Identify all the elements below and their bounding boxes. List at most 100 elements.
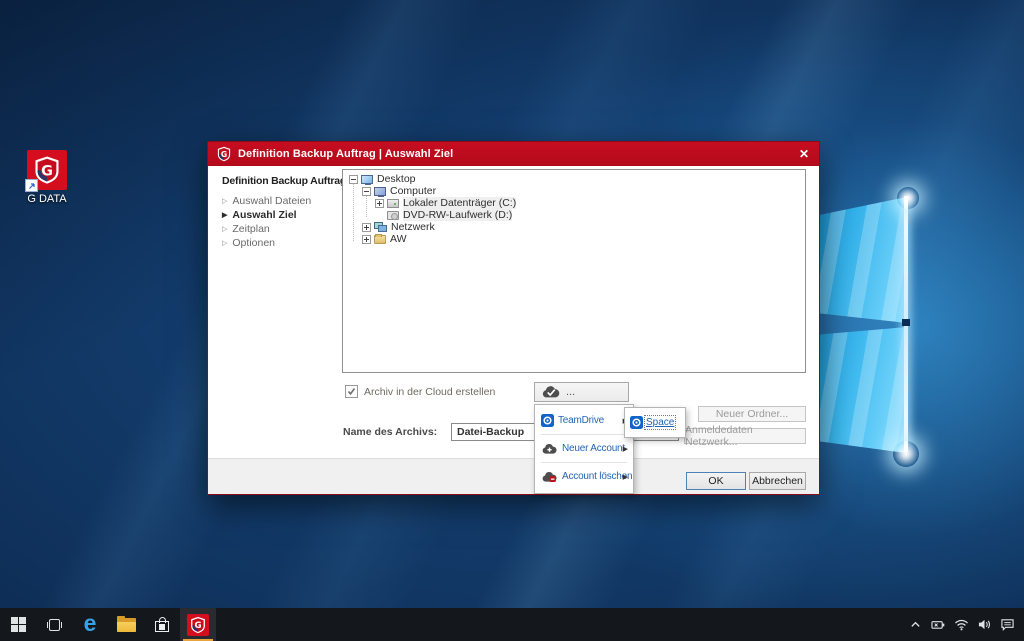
expand-icon[interactable] — [362, 235, 371, 244]
dialog-title: Definition Backup Auftrag | Auswahl Ziel — [238, 148, 453, 160]
action-center-button[interactable] — [998, 608, 1016, 641]
sidebar-header: Definition Backup Auftrag — [222, 175, 346, 187]
tray-chevron-button[interactable] — [906, 608, 924, 641]
windows-logo-icon — [11, 617, 26, 632]
menu-item-teamdrive[interactable]: TeamDrive ▶ — [535, 408, 633, 433]
screen: G DATA Definition Backup Auftrag | Auswa… — [0, 0, 1024, 641]
edge-icon: e — [84, 612, 97, 635]
destination-tree[interactable]: Desktop Computer Lokaler Datenträger (C:… — [342, 169, 806, 373]
collapse-icon[interactable] — [362, 187, 371, 196]
tray-volume-button[interactable] — [975, 608, 993, 641]
user-folder-icon — [374, 235, 386, 244]
tree-item-label: Computer — [390, 185, 436, 197]
tree-item-drive-c[interactable]: Lokaler Datenträger (C:) — [343, 197, 805, 209]
chevron-right-icon: ▷ — [222, 240, 227, 247]
teamdrive-icon — [541, 414, 554, 427]
sidebar-item-label: Zeitplan — [232, 223, 269, 235]
tree-item-desktop[interactable]: Desktop — [343, 173, 805, 185]
menu-separator — [541, 462, 627, 463]
taskbar: e — [0, 608, 1024, 641]
chevron-right-icon: ▶ — [222, 212, 227, 219]
desktop-icon — [361, 175, 373, 184]
picker-label: ... — [566, 386, 575, 398]
file-explorer-icon — [117, 618, 136, 632]
edge-taskbar-button[interactable]: e — [72, 608, 108, 641]
desktop-shortcut-gdata[interactable]: G DATA — [18, 150, 76, 205]
cloud-remove-icon — [541, 471, 558, 483]
tree-item-label: AW — [390, 233, 407, 245]
sidebar-item-label: Auswahl Ziel — [232, 209, 296, 221]
menu-item-neuer-account[interactable]: Neuer Account ▶ — [535, 436, 633, 461]
cancel-button[interactable]: Abbrechen — [749, 472, 806, 490]
tree-item-netzwerk[interactable]: Netzwerk — [343, 221, 805, 233]
cloud-add-icon — [541, 443, 558, 455]
teamdrive-icon — [630, 416, 643, 429]
tray-power-button[interactable] — [929, 608, 947, 641]
tree-item-aw[interactable]: AW — [343, 233, 805, 245]
archive-name-label: Name des Archivs: — [343, 426, 437, 438]
menu-item-label: TeamDrive — [558, 415, 604, 426]
shortcut-label: G DATA — [18, 193, 76, 205]
sidebar-item-auswahl-dateien[interactable]: ▷ Auswahl Dateien — [222, 195, 311, 207]
submenu-arrow-icon: ▶ — [623, 473, 628, 481]
sidebar-item-zeitplan[interactable]: ▷ Zeitplan — [222, 223, 270, 235]
menu-item-label: Neuer Account — [562, 443, 625, 454]
cloud-account-menu: TeamDrive ▶ Neuer Account ▶ Account — [534, 404, 634, 494]
wifi-icon — [954, 618, 969, 631]
tree-item-label: DVD-RW-Laufwerk (D:) — [403, 209, 512, 221]
dialog-titlebar[interactable]: Definition Backup Auftrag | Auswahl Ziel… — [208, 142, 819, 166]
file-explorer-taskbar-button[interactable] — [108, 608, 144, 641]
network-icon — [374, 222, 387, 232]
sidebar-item-label: Auswahl Dateien — [232, 195, 311, 207]
submenu-arrow-icon: ▶ — [623, 445, 628, 453]
sidebar-item-optionen[interactable]: ▷ Optionen — [222, 237, 275, 249]
gdata-logo-icon — [27, 150, 67, 190]
gdata-taskbar-button[interactable] — [180, 608, 216, 641]
sidebar-item-label: Optionen — [232, 237, 275, 249]
computer-icon — [374, 187, 386, 196]
cloud-check-icon — [541, 385, 561, 399]
windows-logo-divider — [902, 319, 910, 326]
checkbox-checked-icon[interactable] — [345, 385, 358, 398]
shortcut-arrow-icon — [25, 179, 38, 192]
store-taskbar-button[interactable] — [144, 608, 180, 641]
expand-icon[interactable] — [375, 199, 384, 208]
collapse-icon[interactable] — [349, 175, 358, 184]
ok-button[interactable]: OK — [686, 472, 746, 490]
tree-item-label: Lokaler Datenträger (C:) — [403, 197, 516, 209]
cloud-checkbox-row[interactable]: Archiv in der Cloud erstellen — [345, 385, 495, 398]
expand-icon[interactable] — [362, 223, 371, 232]
tree-connector — [366, 195, 367, 217]
chevron-up-icon — [909, 618, 922, 631]
task-view-button[interactable] — [36, 608, 72, 641]
speaker-icon — [977, 618, 992, 631]
lens-flare-bottom — [893, 441, 919, 467]
network-credentials-button[interactable]: Anmeldedaten Netzwerk... — [684, 428, 806, 444]
teamdrive-submenu: Space — [624, 407, 686, 438]
tree-item-label: Desktop — [377, 173, 416, 185]
start-button[interactable] — [0, 608, 36, 641]
power-status-icon — [930, 618, 946, 631]
close-icon[interactable]: ✕ — [794, 145, 814, 163]
cloud-account-picker-button[interactable]: ... — [534, 382, 629, 402]
submenu-item-space[interactable]: Space — [646, 417, 674, 428]
task-view-icon — [47, 619, 62, 631]
menu-item-account-loeschen[interactable]: Account löschen ▶ — [535, 464, 633, 489]
hard-drive-icon — [387, 199, 399, 208]
cloud-checkbox-label: Archiv in der Cloud erstellen — [364, 386, 495, 398]
tree-connector — [353, 183, 354, 241]
new-folder-button[interactable]: Neuer Ordner... — [698, 406, 806, 422]
store-icon — [154, 617, 170, 632]
chevron-right-icon: ▷ — [222, 198, 227, 205]
tree-item-label: Netzwerk — [391, 221, 435, 233]
lens-flare-top — [897, 187, 919, 209]
tray-network-button[interactable] — [952, 608, 970, 641]
menu-separator — [541, 434, 627, 435]
backup-job-dialog: Definition Backup Auftrag | Auswahl Ziel… — [207, 141, 820, 495]
tree-item-computer[interactable]: Computer — [343, 185, 805, 197]
tree-item-drive-d[interactable]: DVD-RW-Laufwerk (D:) — [343, 209, 805, 221]
action-center-icon — [1000, 618, 1015, 631]
sidebar-item-auswahl-ziel[interactable]: ▶ Auswahl Ziel — [222, 209, 297, 221]
gdata-shield-icon — [187, 614, 209, 636]
gdata-shield-icon — [216, 146, 232, 162]
